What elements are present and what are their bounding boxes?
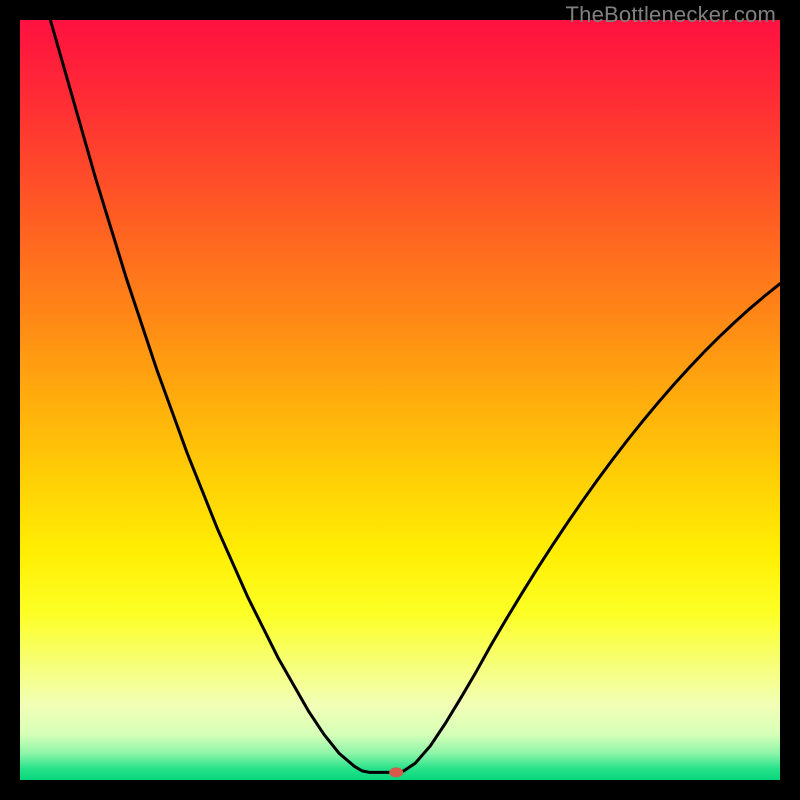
optimal-point-marker xyxy=(389,767,403,777)
watermark-text: TheBottlenecker.com xyxy=(566,2,776,28)
bottleneck-chart xyxy=(20,20,780,780)
chart-frame xyxy=(20,20,780,780)
chart-background xyxy=(20,20,780,780)
